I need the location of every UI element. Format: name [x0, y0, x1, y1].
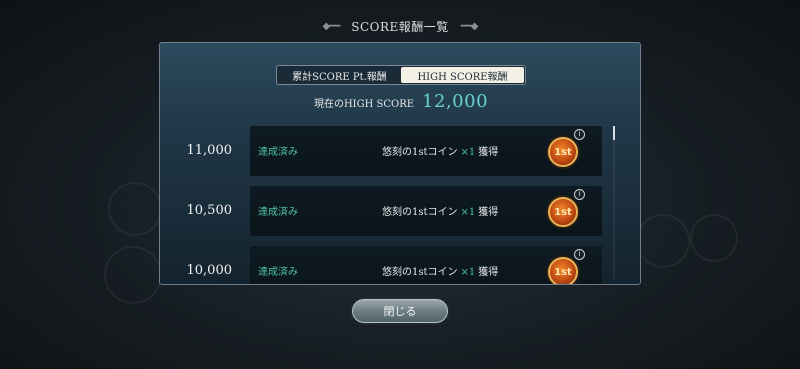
background-decoration	[104, 246, 162, 304]
coin-1st-icon: 1st	[548, 137, 578, 167]
reward-suffix: 獲得	[478, 267, 499, 278]
reward-description: 悠刻の1stコイン ×1 獲得	[382, 203, 498, 218]
status-achieved: 達成済み	[258, 147, 298, 158]
info-icon[interactable]: i	[574, 249, 585, 260]
dialog-header: ◆━━ SCORE報酬一覧 ━━◆	[0, 15, 800, 37]
background-decoration	[108, 182, 162, 236]
high-score-label: 現在のHIGH SCORE	[313, 99, 415, 110]
scrollbar-thumb[interactable]	[613, 126, 615, 140]
reward-multiplier: ×1	[460, 207, 476, 218]
status-achieved: 達成済み	[258, 267, 298, 278]
reward-description: 悠刻の1stコイン ×1 獲得	[382, 143, 498, 158]
scrollbar-track[interactable]	[613, 140, 615, 280]
reward-card: 達成済み 悠刻の1stコイン ×1 獲得 1st i	[250, 246, 602, 284]
coin-1st-icon: 1st	[548, 257, 578, 284]
close-button[interactable]: 閉じる	[352, 299, 448, 323]
reward-panel: 累計SCORE Pt.報酬 HIGH SCORE報酬 現在のHIGH SCORE…	[159, 42, 641, 285]
high-score-value: 12,000	[422, 91, 489, 112]
dialog-title: SCORE報酬一覧	[351, 19, 449, 34]
left-ornament-icon: ◆━━	[322, 20, 340, 32]
reward-threshold: 10,500	[186, 203, 233, 218]
reward-item: 悠刻の1stコイン	[382, 267, 458, 278]
info-icon[interactable]: i	[574, 189, 585, 200]
reward-description: 悠刻の1stコイン ×1 獲得	[382, 263, 498, 278]
reward-row: 10,500 達成済み 悠刻の1stコイン ×1 獲得 1st i	[160, 185, 640, 237]
reward-threshold: 10,000	[186, 263, 233, 278]
reward-multiplier: ×1	[460, 147, 476, 158]
reward-suffix: 獲得	[478, 207, 499, 218]
info-icon[interactable]: i	[574, 129, 585, 140]
reward-list[interactable]: 11,000 達成済み 悠刻の1stコイン ×1 獲得 1st i 10,500 達…	[160, 123, 640, 284]
reward-item: 悠刻の1stコイン	[382, 147, 458, 158]
reward-item: 悠刻の1stコイン	[382, 207, 458, 218]
tab-bar: 累計SCORE Pt.報酬 HIGH SCORE報酬	[276, 65, 526, 85]
right-ornament-icon: ━━◆	[460, 20, 479, 32]
tab-high-score[interactable]: HIGH SCORE報酬	[401, 67, 524, 83]
reward-row: 10,000 達成済み 悠刻の1stコイン ×1 獲得 1st i	[160, 245, 640, 284]
reward-card: 達成済み 悠刻の1stコイン ×1 獲得 1st i	[250, 126, 602, 176]
background-decoration	[636, 214, 690, 268]
tab-cumulative-score[interactable]: 累計SCORE Pt.報酬	[278, 67, 401, 83]
reward-card: 達成済み 悠刻の1stコイン ×1 獲得 1st i	[250, 186, 602, 236]
coin-1st-icon: 1st	[548, 197, 578, 227]
current-high-score: 現在のHIGH SCORE 12,000	[160, 91, 640, 115]
status-achieved: 達成済み	[258, 207, 298, 218]
reward-suffix: 獲得	[478, 147, 499, 158]
reward-multiplier: ×1	[460, 267, 476, 278]
reward-threshold: 11,000	[186, 143, 233, 158]
background-decoration	[690, 214, 738, 262]
reward-row: 11,000 達成済み 悠刻の1stコイン ×1 獲得 1st i	[160, 125, 640, 177]
